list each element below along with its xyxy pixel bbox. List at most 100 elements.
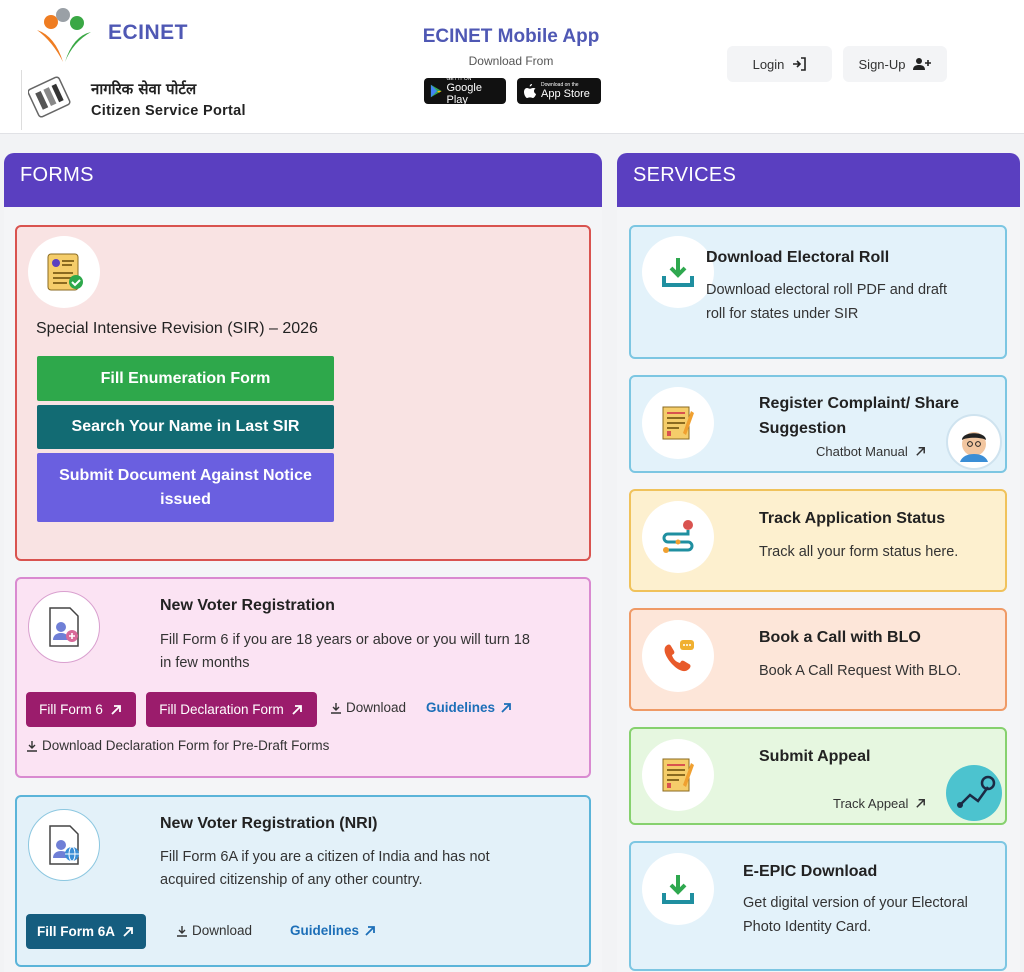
track-description: Track all your form status here. [759,544,959,560]
chatbot-manual-label: Chatbot Manual [816,444,908,459]
nri-title: New Voter Registration (NRI) [160,815,378,832]
ecinet-logo[interactable] [33,6,95,64]
fill-declaration-label: Fill Declaration Form [159,702,284,717]
new-voter-registration-card: New Voter Registration Fill Form 6 if yo… [15,577,591,778]
guidelines-label: Guidelines [426,700,496,715]
download-icon [331,702,341,714]
book-call-blo-card[interactable]: Book a Call with BLO Book A Call Request… [629,608,1007,711]
complaint-document-icon [662,406,694,440]
download-tray-icon [662,875,694,904]
blo-description: Book A Call Request With BLO. [759,663,962,679]
phone-call-icon [664,640,694,672]
submit-document-button[interactable]: Submit Document Against Notice issued [37,453,334,522]
fill-enumeration-form-button[interactable]: Fill Enumeration Form [37,356,334,401]
track-title: Track Application Status [759,510,946,527]
complaint-title: Register Complaint/ Share Suggestion [759,395,960,437]
download-icon [177,925,187,937]
download-label: Download [346,700,407,715]
site-header: ECINET नागरिक सेवा पोर्टल Citizen Servic… [0,0,1024,134]
divider [21,70,22,130]
external-arrow-icon [365,925,375,936]
login-label: Login [752,56,785,72]
submit-appeal-card[interactable]: Submit Appeal Track Appeal [629,727,1007,825]
app-store-badge[interactable]: Download on the App Store [517,78,601,104]
electoral-roll-description: Download electoral roll PDF and draft ro… [706,282,947,322]
e-epic-download-card[interactable]: E-EPIC Download Get digital version of y… [629,841,1007,971]
sir-document-icon [47,253,83,291]
chatbot-manual-link[interactable]: Chatbot Manual [816,444,927,459]
nri-registration-card: New Voter Registration (NRI) Fill Form 6… [15,795,591,967]
nri-voter-document-icon [49,825,79,865]
sir-card: Special Intensive Revision (SIR) – 2026 … [15,225,591,561]
external-arrow-icon [916,799,926,808]
add-user-icon [913,58,932,70]
app-store-big: App Store [541,88,590,100]
epic-description: Get digital version of your Electoral Ph… [743,895,968,935]
electoral-roll-icon-circle [642,236,714,308]
portal-title: Citizen Service Portal [91,103,246,119]
route-tracking-icon [662,520,694,553]
download-icon [27,740,37,752]
add-voter-document-icon [49,607,79,647]
download-tray-icon [662,258,694,287]
signup-button[interactable]: Sign-Up [843,46,947,82]
nvr-title: New Voter Registration [160,597,335,614]
nri-description: Fill Form 6A if you are a citizen of Ind… [160,849,490,888]
external-arrow-icon [501,702,511,713]
fill-form-6a-label: Fill Form 6A [36,924,115,939]
download-declaration-label: Download Declaration Form for Pre-Draft … [42,738,330,753]
sir-title: Special Intensive Revision (SIR) – 2026 [36,320,318,337]
epic-icon-circle [642,853,714,925]
fill-declaration-form-button[interactable]: Fill Declaration Form [146,692,317,727]
google-play-big: Google Play [446,82,482,106]
download-label: Download [192,923,253,938]
eci-seal-logo [28,76,71,118]
complaint-icon-circle [642,387,714,459]
fill-form-6a-button[interactable]: Fill Form 6A [26,914,146,949]
form6a-guidelines-link[interactable]: Guidelines [290,923,377,938]
register-complaint-card[interactable]: Register Complaint/ Share Suggestion Cha… [629,375,1007,473]
download-from-label: Download From [468,54,554,68]
brand-name: ECINET [108,21,189,44]
services-heading: SERVICES [617,153,1020,207]
track-appeal-icon[interactable] [946,765,1002,821]
google-play-badge[interactable]: GET IT ON Google Play [424,76,506,106]
nvr-description: Fill Form 6 if you are 18 years or above… [160,632,530,671]
sir-icon-circle [28,236,100,308]
form6-download-link[interactable]: Download [330,700,406,715]
external-arrow-icon [111,704,121,715]
external-arrow-icon [292,704,302,715]
guidelines-label: Guidelines [290,923,360,938]
nvr-icon-circle [28,591,100,663]
appeal-title: Submit Appeal [759,748,871,765]
epic-title: E-EPIC Download [743,863,878,880]
download-electoral-roll-card[interactable]: Download Electoral Roll Download elector… [629,225,1007,359]
apple-icon [524,84,536,98]
external-arrow-icon [916,447,925,456]
login-button[interactable]: Login [727,46,832,82]
hindi-portal-title: नागरिक सेवा पोर्टल [91,80,197,98]
track-appeal-link[interactable]: Track Appeal [833,796,927,811]
login-icon [793,57,807,71]
electoral-roll-title: Download Electoral Roll [706,249,890,266]
track-appeal-label: Track Appeal [833,796,909,811]
voter-mitra-chatbot-icon[interactable] [946,414,1002,470]
nri-icon-circle [28,809,100,881]
signup-label: Sign-Up [858,56,906,72]
track-icon-circle [642,501,714,573]
appeal-icon-circle [642,739,714,811]
search-name-last-sir-button[interactable]: Search Your Name in Last SIR [37,405,334,449]
forms-heading: FORMS [4,153,602,207]
form6a-download-link[interactable]: Download [176,923,252,938]
download-declaration-link[interactable]: Download Declaration Form for Pre-Draft … [26,738,329,753]
blo-title: Book a Call with BLO [759,629,921,646]
form6-guidelines-link[interactable]: Guidelines [426,700,513,715]
mobile-app-title: ECINET Mobile App [422,26,600,47]
external-arrow-icon [123,926,133,937]
fill-form-6-button[interactable]: Fill Form 6 [26,692,136,727]
fill-form-6-label: Fill Form 6 [39,702,103,717]
appeal-document-icon [662,758,694,792]
blo-icon-circle [642,620,714,692]
services-panel: SERVICES Download Electoral Roll Downloa… [617,153,1020,972]
track-application-card[interactable]: Track Application Status Track all your … [629,489,1007,592]
